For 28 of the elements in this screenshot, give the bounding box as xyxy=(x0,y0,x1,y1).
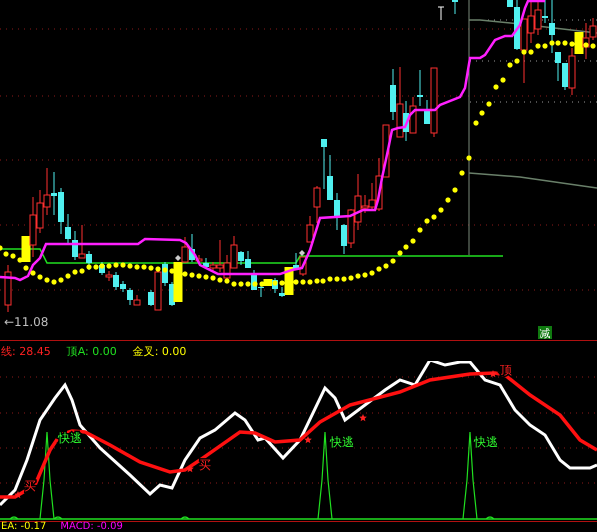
signal-dot xyxy=(452,187,458,193)
signal-dot xyxy=(486,101,492,107)
indicator-value: 线: 28.45 xyxy=(1,344,51,358)
candlestick xyxy=(4,264,12,312)
indicator-value: 顶A: 0.00 xyxy=(66,344,117,358)
indicator-value: EA: -0.17 xyxy=(1,522,46,532)
price-label: ←11.08 xyxy=(4,315,48,329)
star-icon xyxy=(14,491,22,498)
signal-marker: 买 xyxy=(24,479,36,493)
signal-dot xyxy=(459,170,465,176)
candlestick xyxy=(438,6,444,20)
indicator-value: 金叉: 0.00 xyxy=(132,344,186,358)
star-icon xyxy=(359,414,367,422)
signal-marker: 顶 xyxy=(500,363,512,377)
indicator-value: MACD: -0.09 xyxy=(60,522,123,532)
candlestick xyxy=(452,0,458,14)
star-icon xyxy=(186,465,194,472)
signal-dot xyxy=(466,155,472,161)
star-icon xyxy=(304,436,312,444)
signal-dot xyxy=(473,120,479,126)
signal-marker: 买 xyxy=(199,458,211,472)
signal-dot xyxy=(445,197,451,203)
signal-marker: 快逃 xyxy=(474,435,498,449)
signal-dot xyxy=(417,227,423,233)
signal-marker: 快逃 xyxy=(330,435,354,449)
star-icon xyxy=(489,370,497,378)
signal-dot xyxy=(479,110,485,116)
signal-badge: 减 xyxy=(538,326,552,340)
